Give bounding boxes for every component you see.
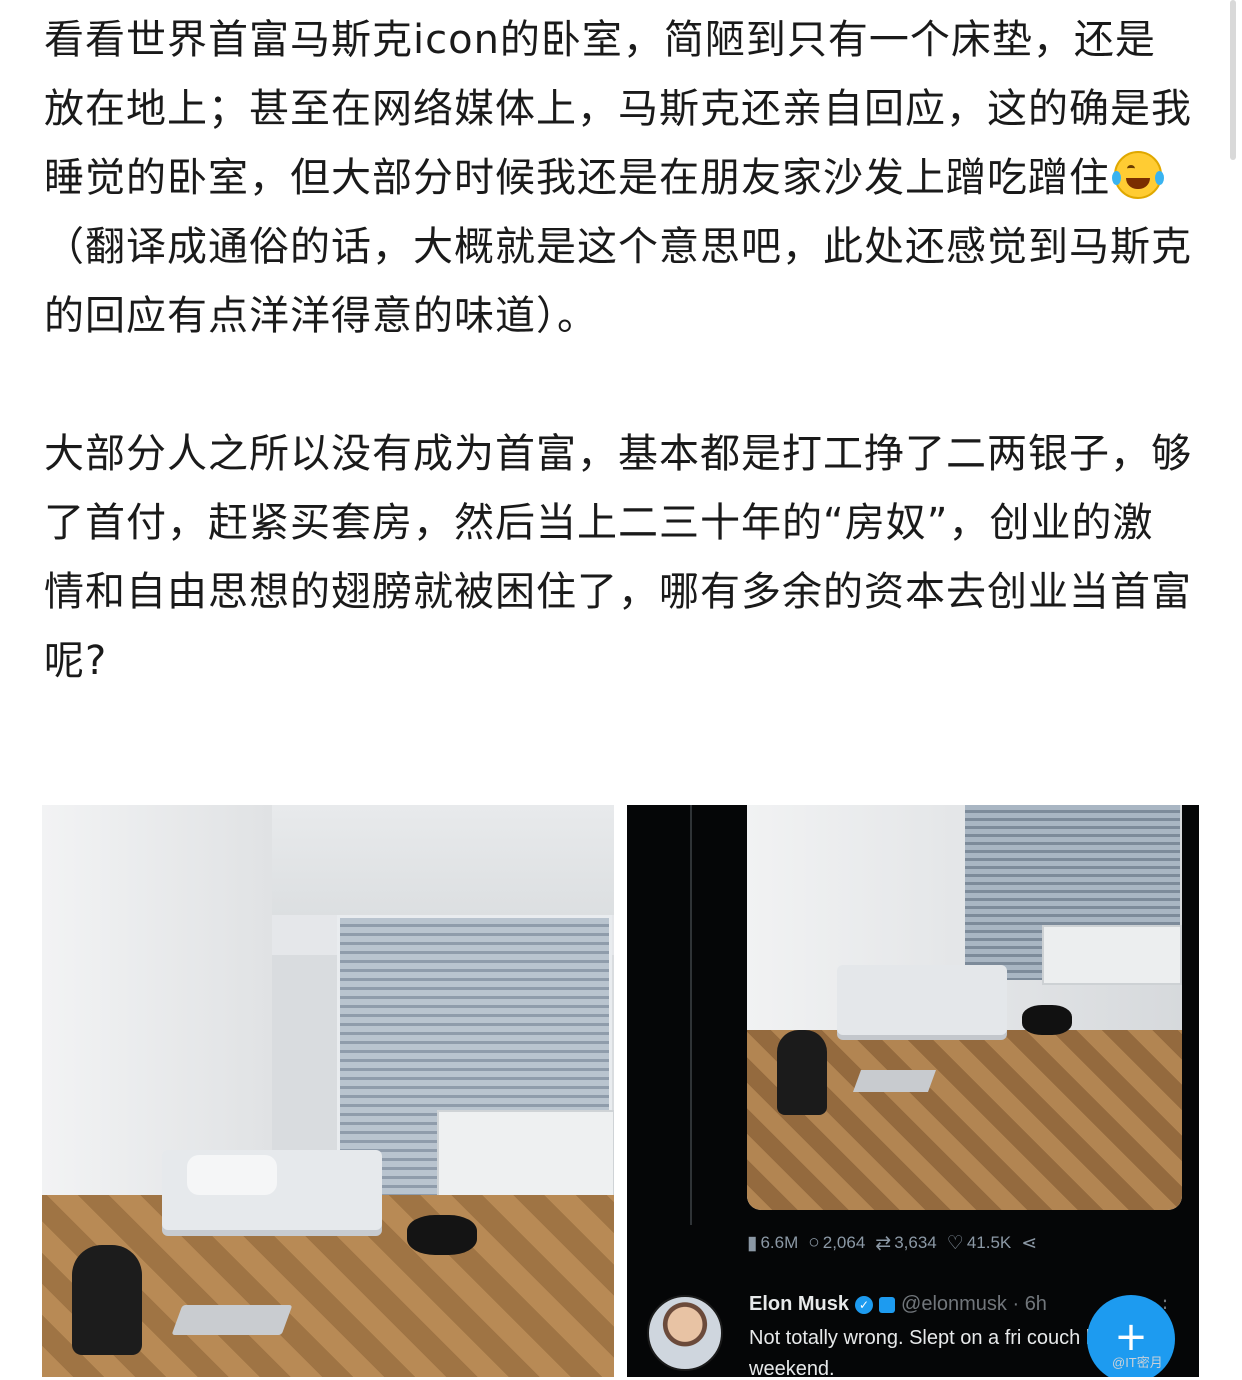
laptop (171, 1305, 293, 1335)
author-name[interactable]: Elon Musk (749, 1293, 849, 1316)
tweet-photo-mattress (837, 965, 1007, 1035)
thread-line (690, 805, 692, 1225)
tweet-photo-radiator (1042, 925, 1182, 985)
pillow (187, 1155, 277, 1195)
reply-stat[interactable]: ○ 2,064 (808, 1232, 865, 1254)
author-handle: @elonmusk · 6h (901, 1293, 1047, 1315)
reply-count: 2,064 (822, 1233, 866, 1252)
heart-icon: ♡ (946, 1232, 964, 1254)
retweet-stat[interactable]: ⇄ 3,634 (875, 1232, 936, 1255)
retweet-count: 3,634 (894, 1233, 937, 1252)
scrollbar[interactable] (1230, 0, 1236, 160)
tweet-photo-laptop (852, 1070, 937, 1092)
bedroom-photo[interactable] (42, 805, 614, 1377)
clothes-pile (407, 1215, 477, 1255)
like-stat[interactable]: ♡ 41.5K (947, 1232, 1011, 1255)
views-count: 6.6M (760, 1233, 799, 1252)
tweet-screenshot[interactable]: ▮ 6.6M ○ 2,064 ⇄ 3,634 ♡ 41.5K ⋖ Elon Musk ✓… (627, 805, 1199, 1377)
tweet-photo-backpack (777, 1030, 827, 1115)
post-paragraph-1: 看看世界首富马斯克icon的卧室，简陋到只有一个床垫，还是放在地上；甚至在网络媒… (44, 6, 1194, 351)
avatar[interactable] (647, 1295, 723, 1371)
post-body: 看看世界首富马斯克icon的卧室，简陋到只有一个床垫，还是放在地上；甚至在网络媒… (44, 6, 1194, 696)
post-text-1a: 看看世界首富马斯克icon的卧室，简陋到只有一个床垫，还是放在地上；甚至在网络媒… (44, 17, 1192, 201)
retweet-icon: ⇄ (875, 1232, 892, 1254)
radiator (437, 1110, 614, 1200)
like-count: 41.5K (966, 1233, 1012, 1252)
post-text-1b: （翻译成通俗的话，大概就是这个意思吧，此处还感觉到马斯克的回应有点洋洋得意的味道… (44, 224, 1192, 339)
share-icon[interactable]: ⋖ (1021, 1232, 1037, 1255)
views-chart-icon: ▮ (747, 1232, 758, 1254)
verified-badge-icon: ✓ (855, 1295, 874, 1314)
tweet-stats: ▮ 6.6M ○ 2,064 ⇄ 3,634 ♡ 41.5K ⋖ (747, 1225, 1037, 1261)
tweet-photo (747, 805, 1182, 1210)
reply-icon: ○ (808, 1232, 820, 1253)
laughing-crying-emoji-icon (1112, 151, 1164, 199)
views-stat[interactable]: ▮ 6.6M (747, 1232, 798, 1255)
tweet-photo-clothes (1022, 1005, 1072, 1035)
affiliation-badge-icon (879, 1296, 896, 1313)
watermark: @IT密月 (1112, 1355, 1163, 1370)
post-paragraph-2: 大部分人之所以没有成为首富，基本都是打工挣了二两银子，够了首付，赶紧买套房，然后… (44, 431, 1192, 684)
backpack (72, 1245, 142, 1355)
tweet-header: Elon Musk ✓ @elonmusk · 6h (749, 1293, 1047, 1316)
